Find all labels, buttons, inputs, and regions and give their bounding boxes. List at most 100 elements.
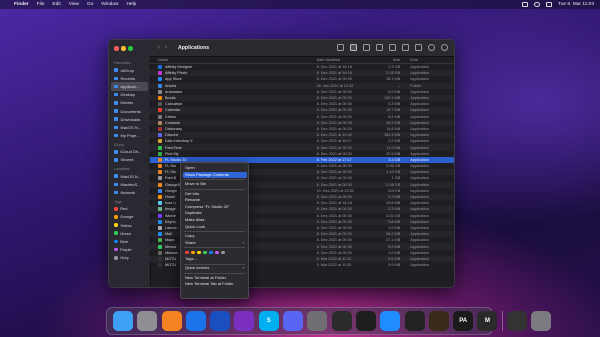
icon-view-icon[interactable] <box>337 44 344 51</box>
activity-monitor-icon[interactable] <box>355 311 376 331</box>
menu-window[interactable]: Window <box>101 2 118 7</box>
column-date[interactable]: Date Modified <box>317 58 375 62</box>
back-forward-icon[interactable]: ‹› <box>158 45 172 51</box>
menu-tags[interactable]: Tags... <box>181 256 248 263</box>
fl-studio-icon[interactable] <box>161 311 182 331</box>
menu-go[interactable]: Go <box>87 2 93 7</box>
tag-color-dot[interactable] <box>196 250 201 255</box>
menu-quick-look[interactable]: Quick Look <box>181 224 248 231</box>
row-date: 8. Dec 2021 at 00:30 <box>316 102 352 107</box>
wifi-icon[interactable] <box>534 2 540 7</box>
sidebar-item[interactable]: My Proje... <box>111 132 148 140</box>
menu-file[interactable]: File <box>37 2 45 7</box>
battery-icon[interactable] <box>522 2 528 7</box>
sidebar-item[interactable]: Shared <box>111 156 148 164</box>
menu-show-package-contents[interactable]: Show Package Contents <box>182 171 247 179</box>
folder-icon <box>114 150 118 154</box>
row-name-text: Launch <box>165 225 178 230</box>
sd-card-icon[interactable] <box>506 311 527 331</box>
menu-share[interactable]: Share › <box>181 240 248 247</box>
toolbar-icons <box>337 44 448 51</box>
skype-icon[interactable]: S <box>258 311 279 331</box>
menu-compress[interactable]: Compress “FL Studio 20” <box>181 204 248 211</box>
list-view-icon[interactable] <box>350 44 357 51</box>
piano-icon[interactable] <box>404 311 425 331</box>
sidebar-item[interactable]: Orange <box>111 213 148 221</box>
share-icon[interactable] <box>402 44 409 51</box>
tag-color-dot[interactable] <box>214 250 219 255</box>
safari-icon[interactable] <box>185 311 206 331</box>
sidebar-item[interactable]: Yellow <box>111 221 148 229</box>
column-kind[interactable]: Kind <box>410 58 454 62</box>
sidebar-item[interactable]: MacintoS... <box>111 180 148 188</box>
close-icon[interactable] <box>114 46 119 51</box>
menu-help[interactable]: Help <box>126 2 136 7</box>
sidebar-item[interactable]: Desktop <box>111 91 148 99</box>
menu-make-alias[interactable]: Make Alias <box>181 217 248 224</box>
sidebar-item[interactable]: Documents <box>111 107 148 115</box>
pa-icon[interactable]: PA <box>453 311 474 331</box>
sidebar-item[interactable]: AirDrop <box>111 66 148 74</box>
menu-duplicate[interactable]: Duplicate <box>181 210 248 217</box>
tag-color-dot[interactable] <box>185 250 189 255</box>
row-name-text: FL Stu <box>165 164 177 169</box>
sidebar-item[interactable]: MacOS N... <box>111 172 148 180</box>
row-size: 718 MB <box>387 219 401 224</box>
sidebar-item[interactable]: Purple <box>111 246 148 254</box>
column-name[interactable]: Name <box>150 58 317 62</box>
sidebar-item[interactable]: Movies <box>111 99 148 107</box>
row-date: 8. Dec 2021 at 16:18 <box>316 201 352 206</box>
sidebar-item[interactable]: Blue <box>111 237 148 245</box>
sidebar-item[interactable]: iCloud Dri... <box>111 148 148 156</box>
menu-open[interactable]: Open <box>181 165 248 172</box>
sidebar-item[interactable]: MacOS N... <box>111 123 148 131</box>
menu-view[interactable]: View <box>69 2 79 7</box>
system-preferences-icon[interactable] <box>307 311 328 331</box>
search-icon[interactable] <box>441 44 448 51</box>
action-icon[interactable] <box>428 44 435 51</box>
launchpad-icon[interactable] <box>137 311 158 331</box>
clock[interactable]: Tue 8. Mar 11:03 <box>558 2 594 7</box>
m-icon[interactable]: M <box>477 311 498 331</box>
zoom-icon[interactable] <box>128 46 133 51</box>
menu-quick-actions[interactable]: Quick Actions › <box>181 265 248 272</box>
menu-app-name[interactable]: Finder <box>14 2 29 7</box>
sidebar-item[interactable]: Applicati... <box>111 82 148 91</box>
sidebar-item[interactable]: Red <box>111 205 148 213</box>
group-icon[interactable] <box>389 44 396 51</box>
affinity-photo-icon[interactable] <box>234 311 255 331</box>
tag-icon[interactable] <box>415 44 422 51</box>
minimize-icon[interactable] <box>121 46 126 51</box>
gallery-view-icon[interactable] <box>376 44 383 51</box>
sidebar-item[interactable]: Recents <box>111 74 148 82</box>
sidebar-item[interactable]: Downloads <box>111 115 148 123</box>
tag-color-dot[interactable] <box>190 250 195 255</box>
column-size[interactable]: Size <box>375 58 410 62</box>
row-size: 5.3 MB <box>388 102 401 107</box>
discord-icon[interactable] <box>283 311 304 331</box>
menu-copy[interactable]: Copy <box>181 233 248 240</box>
sidebar-item[interactable]: Green <box>111 229 148 237</box>
guitar-icon[interactable] <box>428 311 449 331</box>
folder-icon <box>114 92 118 97</box>
menu-move-to-bin[interactable]: Move to Bin <box>181 181 248 188</box>
menu-get-info[interactable]: Get Info <box>181 191 248 198</box>
tag-color-dot[interactable] <box>208 250 213 255</box>
app-store-icon[interactable] <box>380 311 401 331</box>
finder-icon[interactable] <box>113 311 133 331</box>
affinity-designer-icon[interactable] <box>210 311 231 331</box>
terminal-icon[interactable] <box>331 311 352 331</box>
menu-new-terminal[interactable]: New Terminal at Folder <box>181 275 248 282</box>
sidebar-item[interactable]: Grey <box>111 254 148 262</box>
column-view-icon[interactable] <box>363 44 370 51</box>
menu-edit[interactable]: Edit <box>52 2 60 7</box>
sidebar-item[interactable]: Network <box>111 188 148 196</box>
tag-color-dot[interactable] <box>202 250 207 255</box>
control-center-icon[interactable] <box>546 2 552 7</box>
row-kind: Application <box>410 151 429 156</box>
app-icon <box>158 170 162 175</box>
trash-icon[interactable] <box>531 311 552 331</box>
menu-new-terminal-tab[interactable]: New Terminal Tab at Folder <box>181 281 248 288</box>
menu-rename[interactable]: Rename <box>181 197 248 204</box>
tag-color-dot[interactable] <box>220 250 225 255</box>
